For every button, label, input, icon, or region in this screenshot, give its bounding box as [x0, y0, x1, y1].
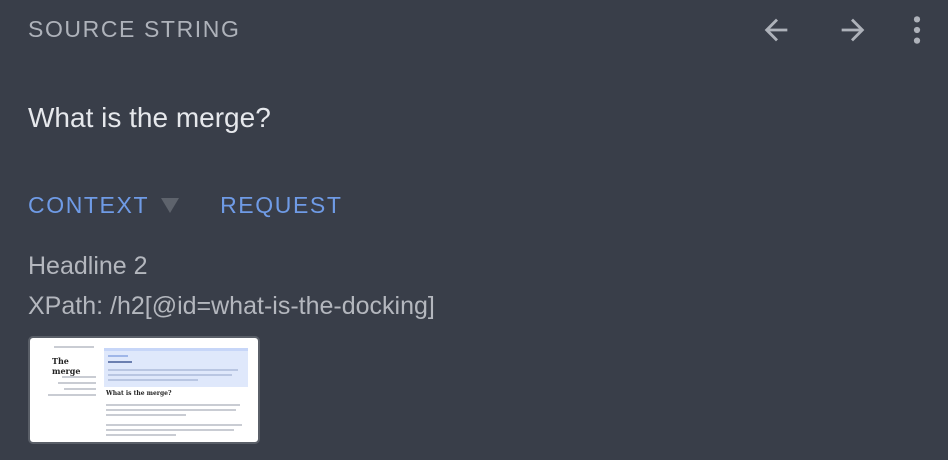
- context-details: Headline 2 XPath: /h2[@id=what-is-the-do…: [28, 246, 435, 326]
- thumbnail-sidebar: The merge: [34, 342, 100, 438]
- context-tabs: CONTEXT REQUEST: [28, 192, 342, 219]
- section-title: SOURCE STRING: [28, 16, 241, 42]
- tab-request[interactable]: REQUEST: [220, 192, 342, 219]
- thumbnail-content: What is the merge?: [104, 342, 252, 438]
- thumbnail-highlight: [104, 348, 248, 387]
- caret-down-icon: [161, 198, 180, 213]
- toolbar: [754, 8, 934, 52]
- thumbnail-right-heading: What is the merge?: [106, 390, 172, 397]
- forward-button[interactable]: [831, 8, 875, 52]
- tab-request-label: REQUEST: [220, 192, 343, 218]
- arrow-right-icon: [841, 18, 865, 42]
- thumbnail-left-heading: The merge: [52, 356, 81, 376]
- tab-context[interactable]: CONTEXT: [28, 192, 180, 219]
- arrow-left-icon: [764, 18, 788, 42]
- context-xpath: XPath: /h2[@id=what-is-the-docking]: [28, 292, 435, 320]
- tab-context-label: CONTEXT: [28, 192, 150, 218]
- source-string-text: What is the merge?: [28, 102, 271, 133]
- back-button[interactable]: [754, 8, 798, 52]
- more-vert-icon: [913, 16, 921, 44]
- more-options-button[interactable]: [900, 8, 934, 52]
- context-element-type: Headline 2: [28, 252, 148, 280]
- context-screenshot-thumbnail[interactable]: The merge What is the merge?: [28, 336, 260, 444]
- source-string-panel: SOURCE STRING What is the merge? CONTEXT: [0, 0, 948, 460]
